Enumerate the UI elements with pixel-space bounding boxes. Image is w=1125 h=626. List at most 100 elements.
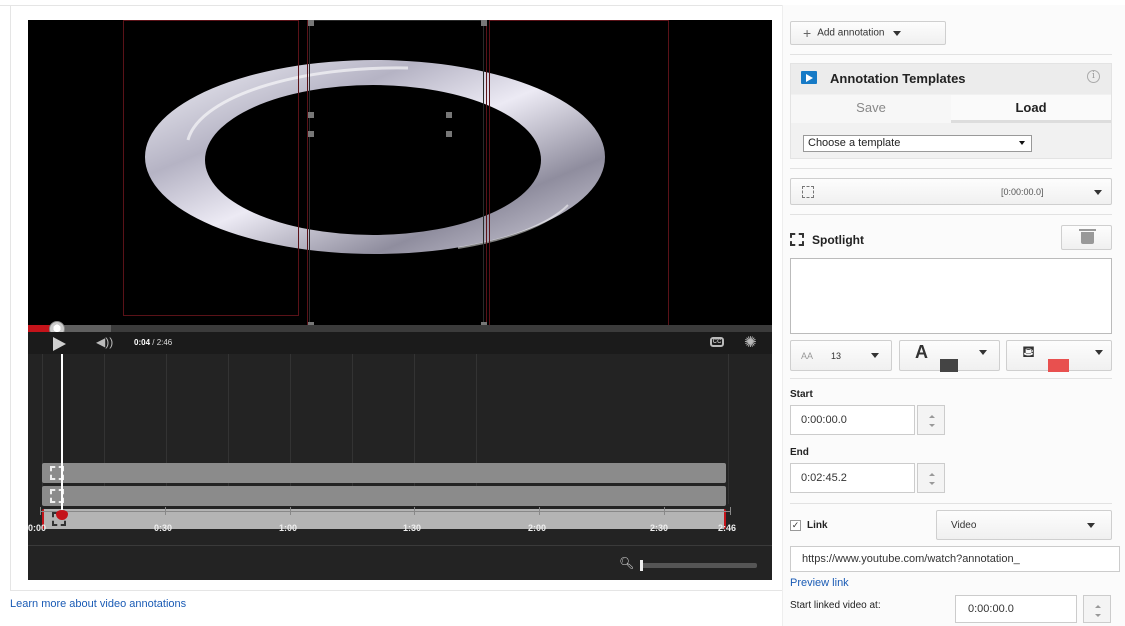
- play-icon[interactable]: [53, 337, 66, 351]
- zoom-icon: 🔍︎: [619, 556, 635, 570]
- annotation-templates-panel: Annotation Templates i Save Load Choose …: [790, 63, 1112, 159]
- resize-handle[interactable]: [308, 112, 314, 118]
- trash-icon: [1079, 229, 1096, 244]
- learn-more-link[interactable]: Learn more about video annotations: [10, 598, 186, 610]
- resize-handle[interactable]: [308, 131, 314, 137]
- link-checkbox[interactable]: ✓: [790, 520, 801, 531]
- annotation-guide-box: [123, 20, 299, 316]
- timeline-playhead[interactable]: [61, 354, 63, 516]
- spotlight-selection-box[interactable]: [309, 20, 484, 326]
- tab-save[interactable]: Save: [791, 95, 951, 123]
- progress-bar[interactable]: [28, 321, 772, 337]
- timeline-tick: [290, 507, 291, 515]
- templates-title: Annotation Templates: [830, 71, 966, 86]
- annotation-guide-box: [489, 20, 669, 326]
- font-size-value: 13: [831, 351, 842, 361]
- timeline-tick: [539, 507, 540, 515]
- background-color-swatch: [1048, 359, 1069, 372]
- text-color-dropdown[interactable]: A: [899, 340, 1000, 372]
- annotation-timeline: 0:00 0:30 1:00 1:30 2:00 2:30 2:46 🔍︎: [28, 354, 772, 580]
- annotation-text-input[interactable]: [790, 258, 1112, 334]
- annotation-type-title: Spotlight: [812, 233, 864, 247]
- start-linked-stepper[interactable]: [1083, 595, 1111, 623]
- timeline-tick-label: 2:00: [528, 523, 547, 533]
- end-time-input[interactable]: 0:02:45.2: [790, 463, 915, 493]
- info-icon[interactable]: i: [1087, 70, 1100, 83]
- gear-icon[interactable]: ✺: [744, 333, 757, 351]
- timeline-tick-label: 1:00: [279, 523, 298, 533]
- choose-template-value: Choose a template: [808, 137, 901, 149]
- timeline-zoom-slider[interactable]: [640, 560, 757, 571]
- background-color-dropdown[interactable]: ⛾: [1006, 340, 1112, 372]
- duration: 2:46: [156, 338, 173, 347]
- stepper-up-icon[interactable]: [929, 415, 935, 418]
- resize-handle[interactable]: [446, 112, 452, 118]
- zoom-slider-thumb[interactable]: [640, 560, 643, 571]
- end-time-stepper[interactable]: [917, 463, 945, 493]
- annotation-track[interactable]: [42, 486, 726, 506]
- timeline-tick-label: 0:30: [154, 523, 173, 533]
- font-size-dropdown[interactable]: AA 13: [790, 340, 892, 371]
- divider: [790, 503, 1112, 504]
- chevron-down-icon: [893, 30, 902, 36]
- annotation-track-selected[interactable]: [42, 509, 726, 529]
- resize-handle[interactable]: [308, 20, 314, 26]
- spotlight-icon: [802, 186, 814, 198]
- start-time-stepper[interactable]: [917, 405, 945, 435]
- text-color-icon: A: [915, 342, 928, 362]
- divider: [790, 378, 1112, 379]
- chevron-down-icon: [1019, 141, 1025, 145]
- stepper-up-icon[interactable]: [929, 473, 935, 476]
- link-url-input[interactable]: https://www.youtube.com/watch?annotation…: [790, 546, 1120, 572]
- link-label: Link: [807, 520, 828, 531]
- spotlight-icon: [790, 233, 804, 246]
- divider: [790, 54, 1112, 55]
- page-border-left: [10, 5, 11, 590]
- link-type-value: Video: [951, 520, 977, 531]
- templates-header: Annotation Templates i: [791, 64, 1111, 94]
- start-label: Start: [790, 389, 813, 400]
- timeline-divider: [28, 545, 772, 546]
- volume-icon[interactable]: ◀︎)): [96, 335, 113, 349]
- cc-icon[interactable]: CC: [710, 337, 724, 347]
- tab-load[interactable]: Load: [951, 95, 1111, 123]
- chevron-down-icon: [1095, 350, 1103, 355]
- start-time-input[interactable]: 0:00:00.0: [790, 405, 915, 435]
- stepper-down-icon[interactable]: [929, 424, 935, 427]
- timeline-tick-label: 2:30: [650, 523, 669, 533]
- end-label: End: [790, 447, 809, 458]
- add-annotation-button[interactable]: + Add annotation: [790, 21, 946, 45]
- stepper-down-icon[interactable]: [929, 482, 935, 485]
- paint-bucket-icon: ⛾: [1022, 344, 1036, 361]
- video-canvas[interactable]: [28, 20, 772, 328]
- annotation-select-dropdown[interactable]: [0:00:00.0]: [790, 178, 1112, 205]
- annotation-track[interactable]: [42, 463, 726, 483]
- choose-template-select[interactable]: Choose a template: [803, 135, 1032, 152]
- timeline-tick: [414, 507, 415, 515]
- time-separator: /: [150, 338, 157, 347]
- page-border-bottom: [10, 590, 790, 591]
- divider: [790, 214, 1112, 215]
- preview-link[interactable]: Preview link: [790, 577, 849, 589]
- plus-icon: +: [803, 25, 812, 41]
- chevron-down-icon: [1087, 523, 1095, 528]
- delete-annotation-button[interactable]: [1061, 225, 1112, 250]
- timeline-tick: [730, 507, 731, 515]
- timeline-tick-label: 1:30: [403, 523, 422, 533]
- font-size-icon: AA: [801, 351, 814, 361]
- divider: [790, 168, 1112, 169]
- timeline-tick: [165, 507, 166, 515]
- resize-handle[interactable]: [481, 20, 487, 26]
- link-type-dropdown[interactable]: Video: [936, 510, 1112, 540]
- start-linked-video-input[interactable]: 0:00:00.0: [955, 595, 1077, 623]
- timeline-gridline: [728, 354, 729, 504]
- stepper-up-icon[interactable]: [1095, 605, 1101, 608]
- add-annotation-label: Add annotation: [817, 27, 885, 39]
- text-color-swatch: [940, 359, 958, 372]
- timeline-tick: [664, 507, 665, 515]
- timeline-axis: [40, 511, 730, 512]
- current-time: 0:04: [134, 338, 151, 347]
- stepper-down-icon[interactable]: [1095, 614, 1101, 617]
- resize-handle[interactable]: [446, 131, 452, 137]
- time-display: 0:04 / 2:46: [134, 338, 172, 347]
